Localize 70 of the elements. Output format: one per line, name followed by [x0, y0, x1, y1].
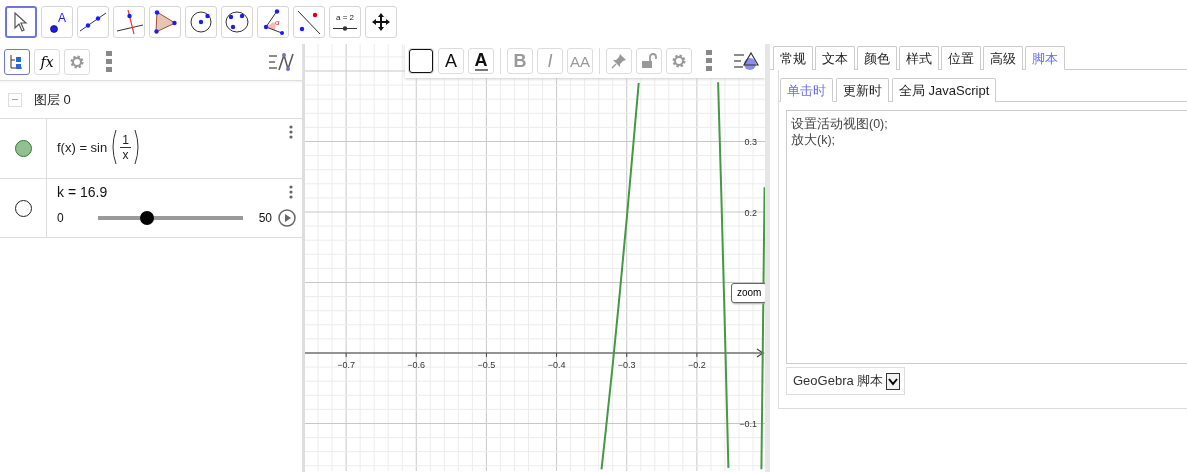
visibility-toggle[interactable] — [14, 140, 32, 157]
axis-label: −0.3 — [617, 360, 636, 370]
axis-label: −0.6 — [407, 360, 426, 370]
tab[interactable]: 位置 — [941, 46, 981, 70]
tab[interactable]: 单击时 — [780, 78, 833, 102]
triangle-icon — [153, 10, 177, 34]
caret-icon — [886, 372, 901, 390]
tab[interactable]: 文本 — [815, 46, 855, 70]
more-icon[interactable] — [289, 185, 293, 199]
function-curve[interactable] — [600, 81, 765, 471]
group-label: 图层 0 — [34, 90, 71, 109]
tab[interactable]: 更新时 — [836, 78, 889, 102]
parenthesis-icon — [110, 129, 118, 165]
pin-icon — [611, 53, 627, 69]
more-icon[interactable] — [706, 50, 712, 72]
tree-icon — [9, 54, 25, 70]
cursor-icon — [14, 12, 28, 32]
angle-icon — [262, 9, 284, 35]
parenthesis-icon — [133, 129, 141, 165]
line-icon — [79, 12, 107, 32]
slider-icon — [333, 26, 357, 31]
formula-text: f(x) = sin — [57, 139, 108, 155]
settings-icon — [671, 53, 687, 69]
code-line: 放大(k); — [791, 132, 837, 148]
settings-icon — [69, 54, 85, 70]
perpendicular-lines-icon — [115, 9, 143, 35]
point-line-icon — [296, 9, 322, 35]
slider-value: k = 16.9 — [57, 184, 108, 200]
color-swatch — [409, 49, 433, 73]
unlock-icon — [641, 53, 657, 69]
fraction: 1 x — [120, 132, 131, 162]
slider-max: 50 — [257, 211, 272, 225]
view-button[interactable] — [4, 49, 30, 75]
play-icon[interactable] — [278, 209, 296, 227]
visibility-toggle[interactable] — [14, 199, 32, 217]
tool-button[interactable]: α — [257, 6, 289, 38]
style-button[interactable] — [408, 48, 434, 74]
axis-label: −0.1 — [739, 419, 757, 430]
graph-icon[interactable] — [268, 52, 294, 72]
tab[interactable]: 全局 JavaScript — [892, 78, 997, 102]
tab[interactable]: 样式 — [899, 46, 939, 70]
ellipse-icon — [225, 11, 249, 33]
more-icon[interactable] — [106, 51, 112, 73]
code-line: 设置活动视图(0); — [791, 116, 889, 132]
axis-label: −0.4 — [547, 360, 566, 370]
tool-button[interactable]: a = 2 — [329, 6, 361, 38]
graphics-style-icon[interactable] — [733, 51, 759, 71]
point-icon — [50, 25, 58, 33]
style-button[interactable]: A — [468, 48, 494, 74]
collapse-toggle[interactable] — [8, 92, 22, 107]
tab[interactable]: 常规 — [773, 46, 813, 70]
more-icon[interactable] — [289, 125, 293, 139]
axis-label: −0.2 — [688, 360, 706, 370]
slider-min: 0 — [57, 211, 65, 225]
slider-thumb[interactable] — [140, 211, 154, 225]
move-icon — [371, 12, 391, 32]
language-dropdown[interactable]: GeoGebra 脚本 — [786, 367, 906, 395]
tab[interactable]: 脚本 — [1025, 46, 1065, 70]
tab[interactable]: 颜色 — [857, 46, 897, 70]
axis-label: 0.3 — [744, 137, 757, 148]
script-editor[interactable]: 设置活动视图(0); 放大(k); — [786, 110, 1187, 364]
tab[interactable]: 高级 — [983, 46, 1023, 70]
axis-label: 0.2 — [744, 208, 757, 218]
style-button[interactable]: A — [438, 48, 464, 74]
circle-icon — [190, 11, 212, 33]
tooltip: zoom — [731, 283, 765, 303]
view-button[interactable]: fx — [34, 49, 60, 75]
axis-label: −0.5 — [477, 360, 496, 370]
tool-button[interactable]: A — [41, 6, 73, 38]
axis-label: −0.7 — [337, 360, 355, 370]
